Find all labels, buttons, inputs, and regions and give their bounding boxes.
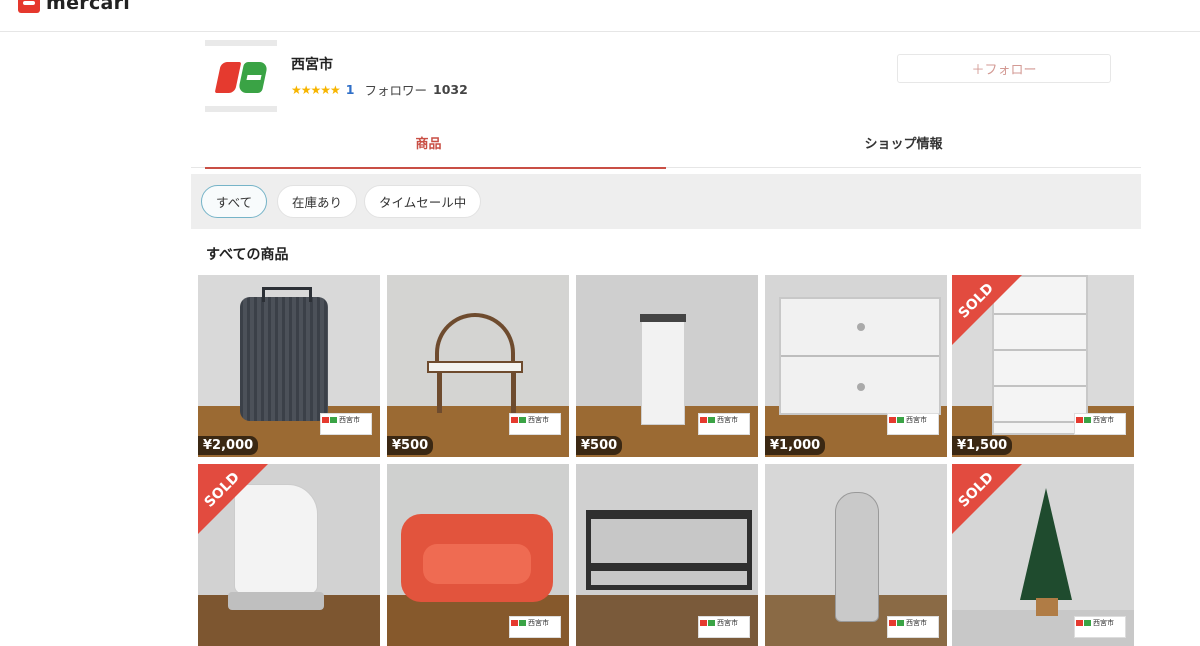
top-header: mercari — [0, 0, 1200, 32]
trash-can-image — [640, 313, 686, 425]
shop-label-tag: 西宮市 — [1074, 616, 1126, 638]
christmas-tree-image — [1020, 488, 1072, 600]
shop-tabs: 商品 ショップ情報 — [191, 128, 1141, 169]
product-card[interactable]: SOLD — [198, 464, 380, 646]
product-price: ¥1,000 — [765, 436, 826, 455]
shop-label-tag: 西宮市 — [509, 616, 561, 638]
shop-meta: ★★★★★ 1 フォロワー 1032 — [291, 80, 468, 99]
mercari-logo[interactable]: mercari — [18, 0, 130, 14]
drawer-cabinet-image — [779, 297, 941, 415]
ironing-board-image — [835, 492, 879, 622]
shop-label-tag: 西宮市 — [698, 413, 750, 435]
product-price: ¥500 — [576, 436, 623, 455]
product-card[interactable]: 西宮市 — [765, 464, 947, 646]
product-price: ¥1,500 — [952, 436, 1013, 455]
filter-in-stock[interactable]: 在庫あり — [277, 185, 358, 218]
filter-all[interactable]: すべて — [201, 185, 268, 218]
rating-count[interactable]: 1 — [346, 82, 355, 97]
product-card[interactable]: 西宮市 ¥2,000 — [198, 275, 380, 457]
sofa-image — [401, 514, 553, 602]
product-card[interactable]: 西宮市 — [576, 464, 758, 646]
product-card[interactable]: 西宮市 — [387, 464, 569, 646]
shop-label-tag: 西宮市 — [887, 616, 939, 638]
shop-avatar — [205, 40, 277, 112]
product-card[interactable]: SOLD 西宮市 — [952, 464, 1134, 646]
suitcase-image — [240, 287, 328, 421]
cart-image — [586, 510, 752, 590]
mercari-bag-icon — [18, 0, 40, 13]
follower-count: 1032 — [433, 82, 468, 97]
follow-button[interactable]: ＋フォロー — [897, 54, 1111, 83]
product-price: ¥2,000 — [198, 436, 259, 455]
tab-shop-info[interactable]: ショップ情報 — [666, 128, 1141, 167]
shop-label-tag: 西宮市 — [509, 413, 561, 435]
filter-time-sale[interactable]: タイムセール中 — [364, 185, 482, 218]
follower-label: フォロワー — [364, 83, 428, 98]
brand-name: mercari — [46, 0, 131, 14]
shop-logo-green-shape — [237, 62, 269, 93]
shop-label-tag: 西宮市 — [698, 616, 750, 638]
product-card[interactable]: 西宮市 ¥1,000 — [765, 275, 947, 457]
filter-bar: すべて 在庫あり タイムセール中 — [191, 174, 1141, 229]
shop-label-tag: 西宮市 — [1074, 413, 1126, 435]
rating-stars-icon: ★★★★★ — [291, 82, 341, 97]
section-title: すべての商品 — [206, 247, 289, 263]
product-card[interactable]: 西宮市 ¥500 — [387, 275, 569, 457]
product-card[interactable]: 西宮市 ¥500 — [576, 275, 758, 457]
shop-logo-red-shape — [214, 62, 242, 93]
shop-name: 西宮市 — [291, 57, 333, 73]
product-price: ¥500 — [387, 436, 434, 455]
shop-label-tag: 西宮市 — [320, 413, 372, 435]
product-card[interactable]: SOLD 西宮市 ¥1,500 — [952, 275, 1134, 457]
shop-label-tag: 西宮市 — [887, 413, 939, 435]
tab-products[interactable]: 商品 — [191, 128, 666, 169]
